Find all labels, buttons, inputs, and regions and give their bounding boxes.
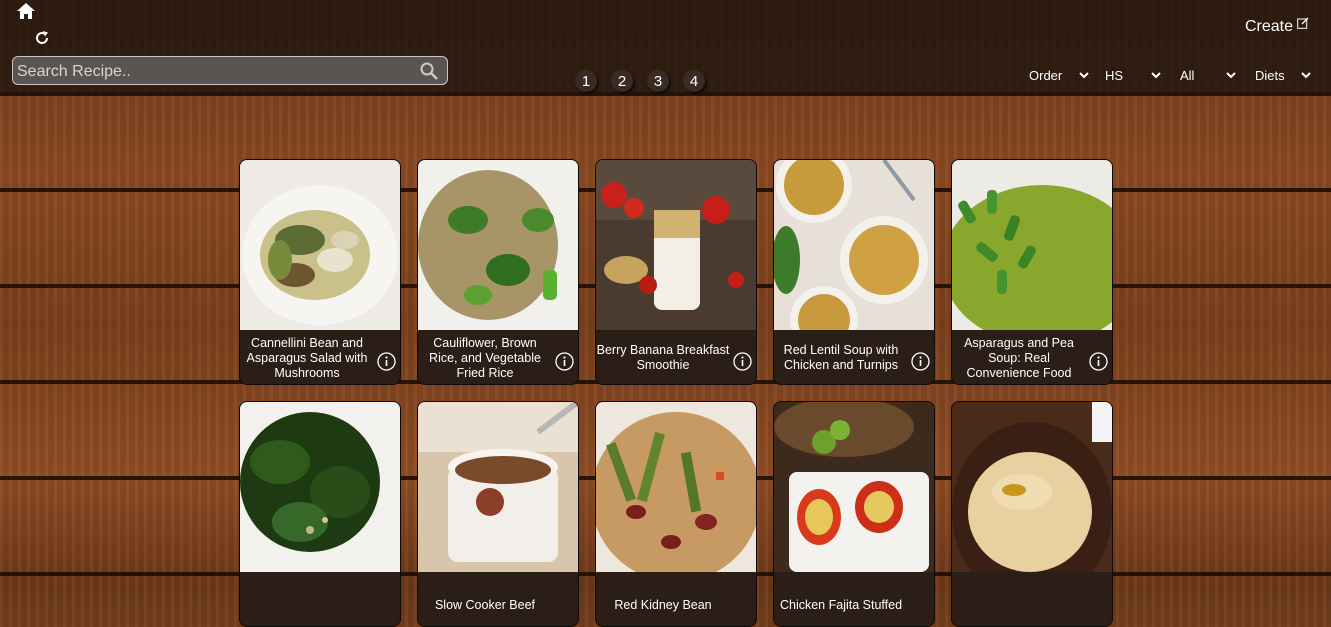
recipe-photo bbox=[952, 160, 1112, 330]
recipe-photo bbox=[418, 402, 578, 572]
recipe-photo bbox=[240, 160, 400, 330]
diets-select-label: Diets bbox=[1255, 68, 1285, 83]
recipe-card[interactable]: Slow Cooker Beef bbox=[417, 401, 579, 627]
info-icon[interactable] bbox=[1089, 352, 1108, 371]
recipe-card[interactable] bbox=[239, 401, 401, 627]
chevron-down-icon bbox=[1079, 72, 1089, 79]
recipe-photo bbox=[596, 402, 756, 572]
page-3-button[interactable]: 3 bbox=[647, 70, 669, 92]
recipe-title: Slow Cooker Beef bbox=[434, 597, 536, 612]
recipe-caption: Berry Banana Breakfast Smoothie bbox=[596, 330, 756, 384]
edit-icon bbox=[1297, 17, 1309, 29]
recipe-card[interactable]: Chicken Fajita Stuffed bbox=[773, 401, 935, 627]
search-input[interactable] bbox=[15, 59, 419, 84]
page-2-button[interactable]: 2 bbox=[611, 70, 633, 92]
create-link[interactable]: Create bbox=[1244, 17, 1309, 36]
recipe-caption: Slow Cooker Beef bbox=[418, 572, 578, 626]
recipe-title: Berry Banana Breakfast Smoothie bbox=[596, 343, 730, 372]
recipe-photo bbox=[774, 402, 934, 572]
chevron-down-icon bbox=[1226, 72, 1236, 79]
recipe-caption: Cauliflower, Brown Rice, and Vegetable F… bbox=[418, 330, 578, 384]
filter-bar: Order HS All Diets bbox=[1024, 68, 1324, 88]
chevron-down-icon bbox=[1151, 72, 1161, 79]
info-icon[interactable] bbox=[555, 352, 574, 371]
recipe-caption: Red Kidney Bean bbox=[596, 572, 756, 626]
recipe-photo bbox=[418, 160, 578, 330]
page-1-button[interactable]: 1 bbox=[575, 70, 597, 92]
recipe-title: Cannellini Bean and Asparagus Salad with… bbox=[246, 335, 368, 380]
recipe-title: Red Lentil Soup with Chicken and Turnips bbox=[783, 343, 899, 372]
recipe-caption: Asparagus and Pea Soup: Real Convenience… bbox=[952, 330, 1112, 384]
search-icon[interactable] bbox=[420, 62, 438, 80]
hs-select-label: HS bbox=[1105, 68, 1124, 83]
hs-select[interactable]: HS bbox=[1105, 68, 1161, 83]
page-4-button[interactable]: 4 bbox=[683, 70, 705, 92]
recipe-card[interactable]: Asparagus and Pea Soup: Real Convenience… bbox=[951, 159, 1113, 385]
recipe-card[interactable]: Berry Banana Breakfast Smoothie bbox=[595, 159, 757, 385]
recipe-photo bbox=[240, 402, 400, 572]
recipe-card[interactable]: Red Lentil Soup with Chicken and Turnips bbox=[773, 159, 935, 385]
recipe-caption: Red Lentil Soup with Chicken and Turnips bbox=[774, 330, 934, 384]
diets-select[interactable]: Diets bbox=[1255, 68, 1311, 83]
recipe-title: Asparagus and Pea Soup: Real Convenience… bbox=[964, 335, 1074, 380]
all-select[interactable]: All bbox=[1180, 68, 1236, 83]
order-select[interactable]: Order bbox=[1029, 68, 1089, 83]
recipe-title: Cauliflower, Brown Rice, and Vegetable F… bbox=[429, 335, 541, 380]
home-icon[interactable] bbox=[16, 2, 36, 20]
info-icon[interactable] bbox=[733, 352, 752, 371]
recipe-caption bbox=[240, 572, 400, 626]
recipe-photo bbox=[774, 160, 934, 330]
recipe-card[interactable]: Cannellini Bean and Asparagus Salad with… bbox=[239, 159, 401, 385]
chevron-down-icon bbox=[1301, 72, 1311, 79]
recipe-title: Chicken Fajita Stuffed bbox=[779, 597, 903, 612]
all-select-label: All bbox=[1180, 68, 1195, 83]
info-icon[interactable] bbox=[911, 352, 930, 371]
recipe-caption: Chicken Fajita Stuffed bbox=[774, 572, 934, 626]
create-label: Create bbox=[1244, 18, 1293, 35]
recipe-card[interactable] bbox=[951, 401, 1113, 627]
top-bar: 1 2 3 4 Create Order HS All Diets bbox=[0, 0, 1331, 95]
order-select-label: Order bbox=[1029, 68, 1063, 83]
recipe-photo bbox=[596, 160, 756, 330]
refresh-icon[interactable] bbox=[33, 29, 51, 47]
info-icon[interactable] bbox=[377, 352, 396, 371]
recipe-card[interactable]: Red Kidney Bean bbox=[595, 401, 757, 627]
recipe-photo bbox=[952, 402, 1112, 572]
search-box bbox=[12, 56, 448, 85]
recipe-caption bbox=[952, 572, 1112, 626]
recipe-title: Red Kidney Bean bbox=[614, 597, 712, 612]
recipe-card[interactable]: Cauliflower, Brown Rice, and Vegetable F… bbox=[417, 159, 579, 385]
recipe-caption: Cannellini Bean and Asparagus Salad with… bbox=[240, 330, 400, 384]
pagination: 1 2 3 4 bbox=[575, 70, 705, 92]
